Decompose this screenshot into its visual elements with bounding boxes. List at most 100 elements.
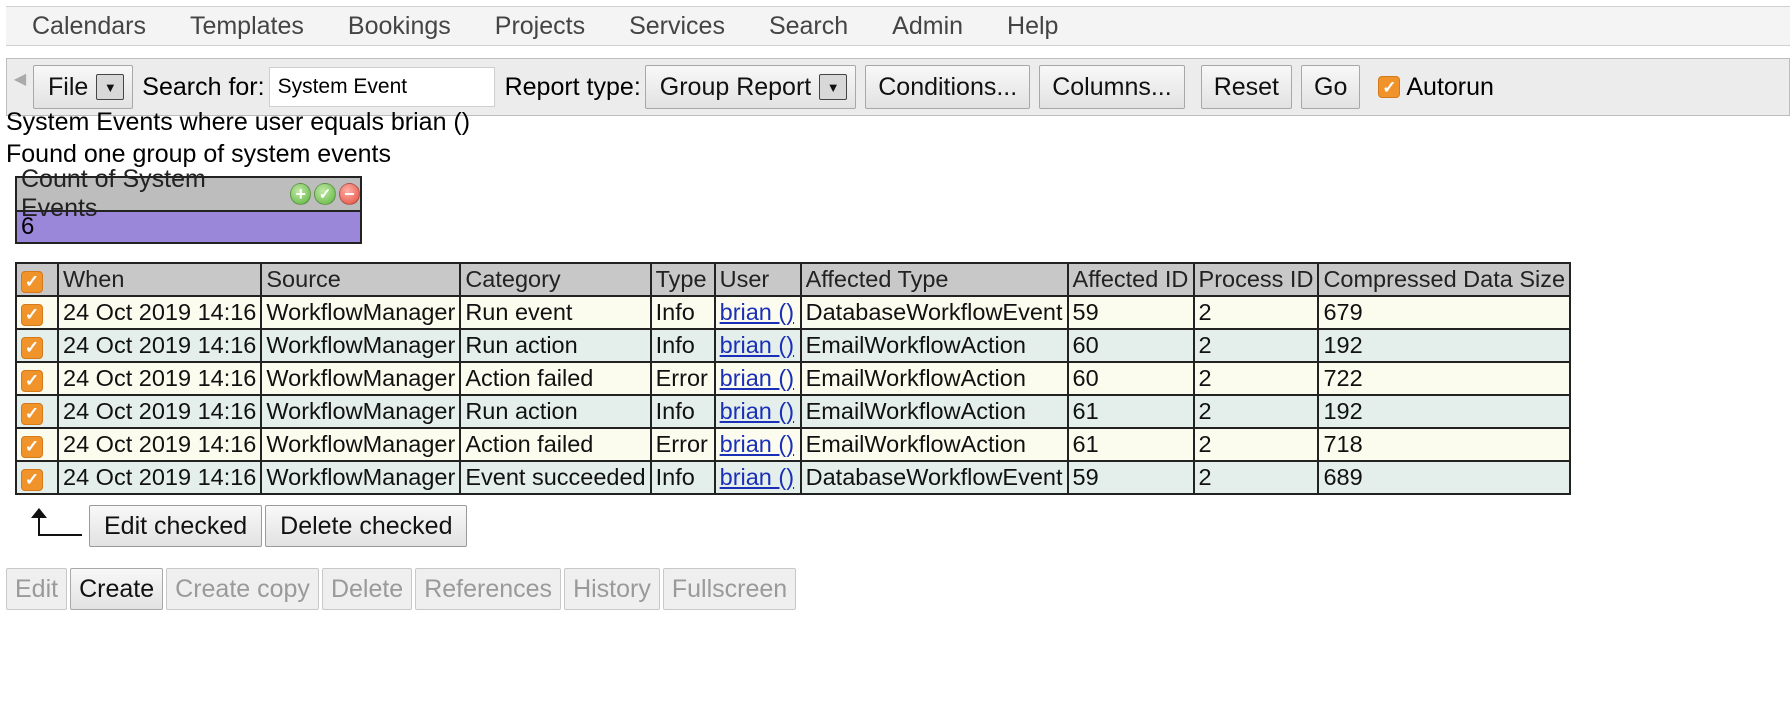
user-link[interactable]: brian () — [720, 464, 794, 490]
cell-when: 24 Oct 2019 14:16 — [56, 361, 263, 396]
report-type-select[interactable]: Group Report ▼ — [644, 65, 857, 109]
row-checkbox-cell: ✓ — [15, 427, 59, 462]
reset-button[interactable]: Reset — [1200, 65, 1292, 109]
cell-compressed-data-size: 192 — [1317, 394, 1572, 429]
cell-when: 24 Oct 2019 14:16 — [56, 394, 263, 429]
cell-category: Action failed — [459, 427, 652, 462]
cell-affected-type: EmailWorkflowAction — [799, 328, 1069, 363]
menu-services[interactable]: Services — [607, 12, 747, 41]
row-checkbox-cell: ✓ — [15, 394, 59, 429]
check-circle-icon[interactable]: ✓ — [314, 183, 336, 205]
table-header-row: ✓ When Source Category Type User Affecte… — [15, 262, 1572, 297]
report-type-value: Group Report — [659, 72, 812, 101]
history-button[interactable]: History — [564, 568, 660, 610]
select-all-cell: ✓ — [15, 262, 59, 297]
create-button[interactable]: Create — [70, 568, 164, 610]
fullscreen-button[interactable]: Fullscreen — [662, 568, 797, 610]
row-checkbox[interactable]: ✓ — [21, 402, 43, 425]
cell-process-id: 2 — [1192, 328, 1320, 363]
select-all-checkbox[interactable]: ✓ — [21, 270, 43, 293]
user-link[interactable]: brian () — [720, 299, 794, 325]
cell-compressed-data-size: 689 — [1317, 460, 1572, 495]
edit-checked-button[interactable]: Edit checked — [89, 505, 263, 547]
cell-source: WorkflowManager — [260, 460, 462, 495]
col-category[interactable]: Category — [459, 262, 652, 297]
delete-checked-button[interactable]: Delete checked — [265, 505, 468, 547]
row-checkbox-cell: ✓ — [15, 295, 59, 330]
user-link[interactable]: brian () — [720, 365, 794, 391]
table-row[interactable]: ✓ 24 Oct 2019 14:16 WorkflowManager Acti… — [15, 361, 1572, 396]
table-row[interactable]: ✓ 24 Oct 2019 14:16 WorkflowManager Run … — [15, 394, 1572, 429]
cell-category: Run action — [459, 394, 652, 429]
report-type-label: Report type: — [504, 72, 641, 101]
col-process-id[interactable]: Process ID — [1192, 262, 1320, 297]
cell-category: Run event — [459, 295, 652, 330]
menu-admin[interactable]: Admin — [870, 12, 985, 41]
col-user[interactable]: User — [713, 262, 802, 297]
menu-bookings[interactable]: Bookings — [326, 12, 473, 41]
cell-when: 24 Oct 2019 14:16 — [56, 328, 263, 363]
create-copy-button[interactable]: Create copy — [166, 568, 319, 610]
cell-compressed-data-size: 192 — [1317, 328, 1572, 363]
cell-source: WorkflowManager — [260, 361, 462, 396]
row-checkbox[interactable]: ✓ — [21, 435, 43, 458]
autorun-checkbox[interactable]: ✓ — [1378, 76, 1401, 98]
user-link[interactable]: brian () — [720, 332, 794, 358]
delete-button[interactable]: Delete — [321, 568, 413, 610]
go-button[interactable]: Go — [1301, 65, 1361, 109]
collapse-toolbar-icon[interactable]: ◀ — [7, 69, 33, 89]
search-input[interactable] — [268, 67, 495, 107]
row-checkbox[interactable]: ✓ — [21, 468, 43, 491]
col-type[interactable]: Type — [649, 262, 716, 297]
remove-circle-icon[interactable]: − — [338, 183, 360, 205]
row-checkbox[interactable]: ✓ — [21, 369, 43, 392]
user-link[interactable]: brian () — [720, 431, 794, 457]
col-affected-id[interactable]: Affected ID — [1066, 262, 1195, 297]
cell-compressed-data-size: 722 — [1317, 361, 1572, 396]
table-row[interactable]: ✓ 24 Oct 2019 14:16 WorkflowManager Even… — [15, 460, 1572, 495]
file-menu-button[interactable]: File ▼ — [33, 65, 134, 109]
cell-affected-type: EmailWorkflowAction — [799, 361, 1069, 396]
menu-templates[interactable]: Templates — [168, 12, 326, 41]
cell-process-id: 2 — [1192, 361, 1320, 396]
add-circle-icon[interactable]: + — [290, 183, 312, 205]
col-compressed-data-size[interactable]: Compressed Data Size — [1317, 262, 1572, 297]
cell-affected-id: 61 — [1066, 394, 1195, 429]
table-row[interactable]: ✓ 24 Oct 2019 14:16 WorkflowManager Acti… — [15, 427, 1572, 462]
cell-affected-id: 61 — [1066, 427, 1195, 462]
menu-help[interactable]: Help — [985, 12, 1080, 41]
cell-when: 24 Oct 2019 14:16 — [56, 460, 263, 495]
col-affected-type[interactable]: Affected Type — [799, 262, 1069, 297]
references-button[interactable]: References — [415, 568, 562, 610]
cell-category: Run action — [459, 328, 652, 363]
cell-source: WorkflowManager — [260, 295, 462, 330]
col-when[interactable]: When — [56, 262, 263, 297]
cell-affected-type: EmailWorkflowAction — [799, 394, 1069, 429]
conditions-button[interactable]: Conditions... — [865, 65, 1031, 109]
search-label: Search for: — [142, 72, 265, 101]
edit-button[interactable]: Edit — [6, 568, 68, 610]
results-table: ✓ When Source Category Type User Affecte… — [15, 262, 1572, 495]
table-row[interactable]: ✓ 24 Oct 2019 14:16 WorkflowManager Run … — [15, 295, 1572, 330]
menu-projects[interactable]: Projects — [473, 12, 607, 41]
cell-when: 24 Oct 2019 14:16 — [56, 295, 263, 330]
cell-source: WorkflowManager — [260, 427, 462, 462]
cell-category: Event succeeded — [459, 460, 652, 495]
group-count-box: Count of System Events + ✓ − 6 — [15, 165, 362, 244]
cell-process-id: 2 — [1192, 460, 1320, 495]
table-row[interactable]: ✓ 24 Oct 2019 14:16 WorkflowManager Run … — [15, 328, 1572, 363]
menu-search[interactable]: Search — [747, 12, 870, 41]
cell-type: Error — [649, 361, 716, 396]
group-header-label: Count of System Events — [21, 165, 206, 222]
autorun-label: Autorun — [1406, 72, 1494, 101]
menu-calendars[interactable]: Calendars — [6, 12, 168, 41]
row-checkbox[interactable]: ✓ — [21, 303, 43, 326]
columns-button[interactable]: Columns... — [1039, 65, 1185, 109]
cell-source: WorkflowManager — [260, 394, 462, 429]
user-link[interactable]: brian () — [720, 398, 794, 424]
cell-user: brian () — [713, 394, 802, 429]
col-source[interactable]: Source — [260, 262, 462, 297]
row-checkbox[interactable]: ✓ — [21, 336, 43, 359]
cell-type: Info — [649, 328, 716, 363]
cell-user: brian () — [713, 361, 802, 396]
